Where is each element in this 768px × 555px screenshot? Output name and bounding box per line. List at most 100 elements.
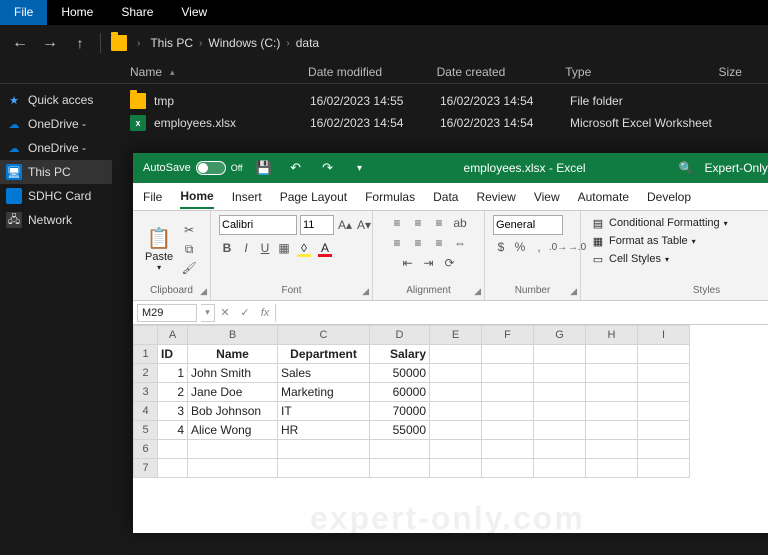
cell[interactable] — [586, 421, 638, 440]
tab-view[interactable]: View — [534, 186, 560, 208]
row-header[interactable]: 6 — [134, 440, 158, 459]
cell[interactable] — [430, 364, 482, 383]
crumb-folder[interactable]: data — [296, 36, 319, 50]
cell[interactable] — [278, 440, 370, 459]
conditional-formatting-button[interactable]: ▤ Conditional Formatting▾ — [589, 215, 730, 231]
file-row-excel[interactable]: xemployees.xlsx 16/02/2023 14:54 16/02/2… — [130, 112, 768, 134]
redo-icon[interactable]: ↷ — [317, 160, 339, 176]
font-color-button[interactable]: A — [316, 239, 334, 257]
formula-input[interactable] — [275, 304, 768, 322]
enter-formula-icon[interactable]: ✓ — [235, 306, 255, 319]
italic-button[interactable]: I — [238, 240, 254, 256]
cell[interactable] — [534, 402, 586, 421]
align-middle-icon[interactable]: ≡ — [409, 215, 427, 231]
decrease-font-icon[interactable]: A▾ — [356, 217, 372, 233]
cell[interactable] — [638, 383, 690, 402]
cell[interactable] — [158, 440, 188, 459]
cell[interactable] — [482, 383, 534, 402]
chevron-right-icon[interactable]: › — [286, 38, 289, 49]
cell[interactable] — [482, 440, 534, 459]
sidebar-item-onedrive[interactable]: ☁ OneDrive - — [0, 112, 112, 136]
cell[interactable]: IT — [278, 402, 370, 421]
cell[interactable]: Marketing — [278, 383, 370, 402]
nav-up-icon[interactable]: ↑ — [70, 35, 90, 51]
cell[interactable] — [586, 459, 638, 478]
cell[interactable] — [482, 364, 534, 383]
format-as-table-button[interactable]: ▦ Format as Table▾ — [589, 233, 698, 249]
cell[interactable]: HR — [278, 421, 370, 440]
menu-view[interactable]: View — [167, 0, 221, 25]
row-header[interactable]: 5 — [134, 421, 158, 440]
toggle-off-icon[interactable] — [196, 161, 226, 175]
percent-format-icon[interactable]: % — [512, 239, 528, 255]
cell[interactable] — [430, 440, 482, 459]
tab-insert[interactable]: Insert — [232, 186, 262, 208]
cell[interactable]: Bob Johnson — [188, 402, 278, 421]
nav-back-icon[interactable]: ← — [10, 34, 30, 52]
file-row-folder[interactable]: tmp 16/02/2023 14:55 16/02/2023 14:54 Fi… — [130, 90, 768, 112]
cancel-formula-icon[interactable]: ✕ — [215, 306, 235, 319]
cell[interactable]: Department — [278, 345, 370, 364]
nav-forward-icon[interactable]: → — [40, 34, 60, 52]
align-center-icon[interactable]: ≡ — [409, 235, 427, 251]
tab-home[interactable]: Home — [180, 185, 213, 209]
align-top-icon[interactable]: ≡ — [388, 215, 406, 231]
row-header[interactable]: 4 — [134, 402, 158, 421]
crumb-drive[interactable]: Windows (C:) — [208, 36, 280, 50]
cell[interactable] — [278, 459, 370, 478]
cell[interactable] — [586, 364, 638, 383]
cell[interactable] — [534, 459, 586, 478]
cell[interactable]: John Smith — [188, 364, 278, 383]
cell[interactable] — [430, 345, 482, 364]
chevron-right-icon[interactable]: › — [137, 38, 140, 49]
cell[interactable] — [430, 459, 482, 478]
cell[interactable] — [534, 383, 586, 402]
col-header[interactable]: E — [430, 326, 482, 345]
font-size-select[interactable] — [300, 215, 334, 235]
dialog-launcher-icon[interactable]: ◢ — [570, 286, 577, 297]
cell[interactable] — [638, 364, 690, 383]
col-header-name[interactable]: Name ▴ — [130, 65, 308, 79]
cell[interactable] — [586, 383, 638, 402]
dialog-launcher-icon[interactable]: ◢ — [362, 286, 369, 297]
cell[interactable] — [482, 459, 534, 478]
cell[interactable] — [534, 345, 586, 364]
row-header[interactable]: 3 — [134, 383, 158, 402]
autosave-control[interactable]: AutoSave Off — [143, 161, 243, 175]
spreadsheet-grid[interactable]: A B C D E F G H I 1 ID Name Department S… — [133, 325, 768, 533]
borders-icon[interactable]: ▦ — [276, 240, 292, 256]
cell[interactable] — [586, 402, 638, 421]
sidebar-item-onedrive[interactable]: ☁ OneDrive - — [0, 136, 112, 160]
cell[interactable] — [482, 421, 534, 440]
row-header[interactable]: 1 — [134, 345, 158, 364]
col-header[interactable]: H — [586, 326, 638, 345]
search-icon[interactable]: 🔍 — [679, 161, 695, 175]
dialog-launcher-icon[interactable]: ◢ — [474, 286, 481, 297]
cell[interactable]: 4 — [158, 421, 188, 440]
font-name-select[interactable] — [219, 215, 297, 235]
number-format-select[interactable] — [493, 215, 563, 235]
align-left-icon[interactable]: ≡ — [388, 235, 406, 251]
col-header[interactable]: C — [278, 326, 370, 345]
tab-page-layout[interactable]: Page Layout — [280, 186, 347, 208]
cell[interactable]: Alice Wong — [188, 421, 278, 440]
col-header-type[interactable]: Type — [565, 65, 718, 79]
increase-indent-icon[interactable]: ⇥ — [420, 255, 438, 271]
customize-qat-icon[interactable]: ▾ — [349, 163, 371, 174]
decrease-indent-icon[interactable]: ⇤ — [399, 255, 417, 271]
account-name[interactable]: Expert-Only.com — [705, 161, 768, 175]
tab-formulas[interactable]: Formulas — [365, 186, 415, 208]
name-box[interactable]: M29 — [137, 304, 197, 322]
cell[interactable] — [534, 440, 586, 459]
col-header[interactable]: A — [158, 326, 188, 345]
sidebar-item-this-pc[interactable]: 🖥 This PC — [0, 160, 112, 184]
align-bottom-icon[interactable]: ≡ — [430, 215, 448, 231]
col-header[interactable]: F — [482, 326, 534, 345]
cell[interactable]: Salary — [370, 345, 430, 364]
cell[interactable] — [430, 383, 482, 402]
cell[interactable]: 2 — [158, 383, 188, 402]
cell[interactable] — [638, 440, 690, 459]
col-header-created[interactable]: Date created — [437, 65, 566, 79]
menu-file[interactable]: File — [0, 0, 47, 25]
cell[interactable]: 60000 — [370, 383, 430, 402]
